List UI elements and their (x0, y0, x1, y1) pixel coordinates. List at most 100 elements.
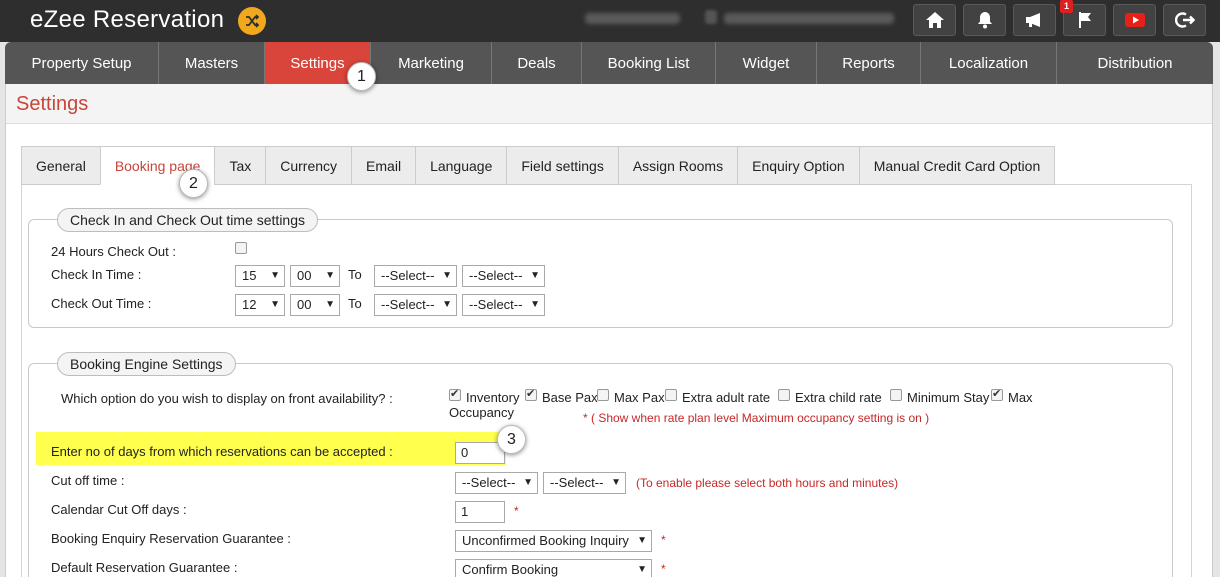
checkin-to-minute-value: --Select-- (469, 268, 523, 283)
display-options-label: Which option do you wish to display on f… (61, 391, 393, 406)
enquiry-guarantee-select[interactable]: Unconfirmed Booking Inquiry ▼ (455, 530, 652, 552)
option-extra-child-label: Extra child rate (795, 390, 882, 405)
nav-booking-list[interactable]: Booking List (582, 42, 716, 84)
checkout-minute-value: 00 (297, 297, 312, 312)
logout-icon (1174, 12, 1195, 28)
checkout-minute-select[interactable]: 00 ▼ (290, 294, 340, 316)
page-title: Settings (16, 93, 89, 115)
nav-widget[interactable]: Widget (716, 42, 817, 84)
option-minimum-stay-checkbox[interactable] (890, 389, 902, 401)
chevron-down-icon: ▼ (530, 270, 540, 281)
property-icon (705, 10, 717, 24)
chevron-down-icon: ▼ (325, 299, 335, 310)
chevron-down-icon: ▼ (325, 270, 335, 281)
option-max-pax-checkbox[interactable] (597, 389, 609, 401)
chevron-down-icon: ▼ (270, 270, 280, 281)
notifications-button[interactable] (963, 4, 1006, 36)
chevron-down-icon: ▼ (442, 299, 452, 310)
tab-manual-credit-card[interactable]: Manual Credit Card Option (858, 146, 1056, 185)
cutoff-minute-select[interactable]: --Select-- ▼ (543, 472, 626, 494)
cutoff-minute-value: --Select-- (550, 475, 604, 490)
nav-marketing[interactable]: Marketing (371, 42, 492, 84)
checkin-to-label: To (348, 267, 362, 282)
bell-icon (977, 12, 992, 29)
checkin-minute-select[interactable]: 00 ▼ (290, 265, 340, 287)
youtube-icon (1124, 13, 1145, 27)
tab-tax[interactable]: Tax (214, 146, 266, 185)
option-extra-adult-checkbox[interactable] (665, 389, 677, 401)
announcements-button[interactable] (1013, 4, 1056, 36)
top-header: eZee Reservation 1 (0, 0, 1220, 42)
checkout-time-label: Check Out Time : (51, 296, 152, 311)
option-extra-adult-label: Extra adult rate (682, 390, 771, 405)
chevron-down-icon: ▼ (270, 299, 280, 310)
checkin-checkout-fieldset: Check In and Check Out time settings (28, 208, 1173, 328)
home-icon (925, 12, 944, 28)
checkin-to-hour-value: --Select-- (381, 268, 435, 283)
max-occupancy-note: * ( Show when rate plan level Maximum oc… (583, 411, 930, 425)
option-max-occupancy-checkbox[interactable] (991, 387, 1003, 401)
checkout-to-hour-value: --Select-- (381, 297, 435, 312)
chevron-down-icon: ▼ (637, 564, 647, 575)
chevron-down-icon: ▼ (637, 535, 647, 546)
shuffle-icon[interactable] (238, 7, 266, 35)
tab-enquiry-option[interactable]: Enquiry Option (737, 146, 859, 185)
checkin-to-minute-select[interactable]: --Select-- ▼ (462, 265, 545, 287)
chevron-down-icon: ▼ (530, 299, 540, 310)
default-guarantee-value: Confirm Booking (462, 562, 559, 577)
checkout-hour-select[interactable]: 12 ▼ (235, 294, 285, 316)
chevron-down-icon: ▼ (442, 270, 452, 281)
default-guarantee-label: Default Reservation Guarantee : (51, 560, 238, 575)
option-base-pax-checkbox[interactable] (525, 387, 537, 401)
callout-3: 3 (497, 425, 526, 454)
checkout-to-hour-select[interactable]: --Select-- ▼ (374, 294, 457, 316)
user-name-blurred (585, 13, 680, 24)
app-title: eZee Reservation (30, 6, 225, 33)
checkout-to-label: To (348, 296, 362, 311)
nav-localization[interactable]: Localization (921, 42, 1057, 84)
option-minimum-stay-label: Minimum Stay (907, 390, 990, 405)
main-nav: Property Setup Masters Settings Marketin… (5, 42, 1213, 84)
logout-button[interactable] (1163, 4, 1206, 36)
checkin-hour-select[interactable]: 15 ▼ (235, 265, 285, 287)
nav-masters[interactable]: Masters (159, 42, 265, 84)
cutoff-note: (To enable please select both hours and … (636, 476, 899, 490)
nav-deals[interactable]: Deals (492, 42, 582, 84)
checkin-to-hour-select[interactable]: --Select-- ▼ (374, 265, 457, 287)
option-extra-child-checkbox[interactable] (778, 389, 790, 401)
tab-assign-rooms[interactable]: Assign Rooms (617, 146, 738, 185)
option-inventory-checkbox[interactable] (449, 387, 461, 401)
checkin-time-label: Check In Time : (51, 267, 142, 282)
enquiry-guarantee-value: Unconfirmed Booking Inquiry (462, 533, 629, 548)
nav-distribution[interactable]: Distribution (1057, 42, 1213, 84)
calendar-cutoff-required: * (514, 504, 519, 518)
nav-property-setup[interactable]: Property Setup (5, 42, 159, 84)
default-guarantee-select[interactable]: Confirm Booking ▼ (455, 559, 652, 577)
tab-email[interactable]: Email (351, 146, 416, 185)
settings-tabs: General Booking page Tax Currency Email … (21, 146, 1056, 185)
hours24-label: 24 Hours Check Out : (51, 244, 176, 259)
flag-icon (1078, 12, 1091, 28)
option-max-pax-label: Max Pax (614, 390, 665, 405)
option-occupancy-wrap-label: Occupancy (449, 405, 515, 420)
tab-general[interactable]: General (21, 146, 100, 185)
checkout-to-minute-select[interactable]: --Select-- ▼ (462, 294, 545, 316)
cutoff-hour-select[interactable]: --Select-- ▼ (455, 472, 538, 494)
hours24-checkbox[interactable] (235, 242, 247, 254)
checkout-hour-value: 12 (242, 297, 257, 312)
days-accepted-label: Enter no of days from which reservations… (51, 444, 393, 459)
chevron-down-icon: ▼ (611, 477, 621, 488)
booking-engine-legend: Booking Engine Settings (57, 352, 236, 376)
nav-reports[interactable]: Reports (817, 42, 921, 84)
checkin-minute-value: 00 (297, 268, 312, 283)
cutoff-time-label: Cut off time : (51, 473, 125, 488)
chevron-down-icon: ▼ (523, 477, 533, 488)
tab-currency[interactable]: Currency (265, 146, 352, 185)
tab-language[interactable]: Language (415, 146, 507, 185)
home-button[interactable] (913, 4, 956, 36)
calendar-cutoff-input[interactable]: 1 (455, 501, 505, 523)
checkout-to-minute-value: --Select-- (469, 297, 523, 312)
youtube-button[interactable] (1113, 4, 1156, 36)
checkin-hour-value: 15 (242, 268, 257, 283)
tab-field-settings[interactable]: Field settings (506, 146, 618, 185)
